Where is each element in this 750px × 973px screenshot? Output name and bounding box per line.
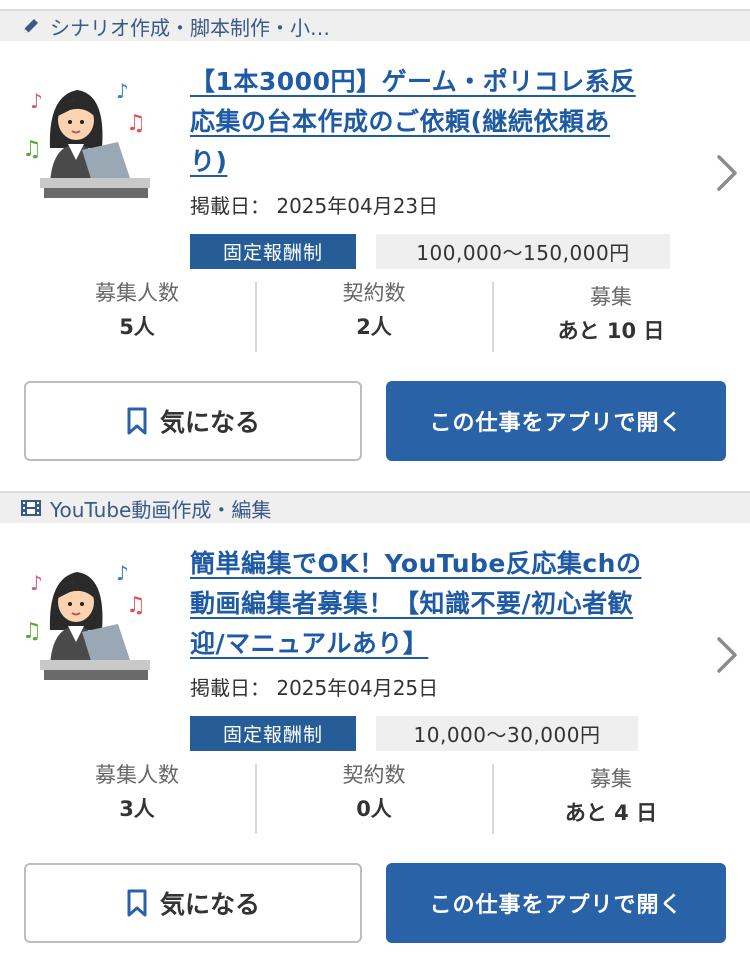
svg-text:♪: ♪ — [30, 571, 43, 595]
title-line: り) — [190, 147, 228, 176]
favorite-button[interactable]: 気になる — [24, 381, 362, 461]
stat-recruit: 募集人数 3人 — [28, 762, 246, 838]
stat-value: あと 10 日 — [557, 319, 665, 343]
job-title-link[interactable]: 簡単編集でOK！YouTube反応集chの 動画編集者募集！【知識不要/初心者歓… — [190, 544, 690, 664]
category-bar[interactable]: YouTube動画作成・編集 — [0, 491, 750, 523]
stat-contract: 契約数 0人 — [264, 762, 484, 838]
favorite-button[interactable]: 気になる — [24, 863, 362, 943]
favorite-label: 気になる — [159, 890, 260, 919]
title-line: 動画編集者募集！【知識不要/初心者歓 — [190, 589, 634, 618]
chevron-right-icon[interactable] — [714, 635, 740, 675]
posted-date: 掲載日： 2025年04月23日 — [190, 194, 439, 218]
stat-label: 募集人数 — [95, 763, 179, 787]
divider — [492, 282, 494, 352]
stat-label: 募集 — [590, 285, 632, 309]
divider — [255, 764, 257, 834]
bookmark-icon — [127, 407, 147, 435]
amount-range: 10,000〜30,000円 — [376, 716, 638, 751]
pay-type-badge: 固定報酬制 — [190, 716, 356, 751]
divider — [492, 764, 494, 834]
svg-text:♫: ♫ — [22, 619, 42, 644]
open-in-app-button[interactable]: この仕事をアプリで開く — [386, 863, 726, 943]
stat-value: 3人 — [119, 797, 155, 821]
open-in-app-button[interactable]: この仕事をアプリで開く — [386, 381, 726, 461]
svg-text:♪: ♪ — [116, 561, 129, 585]
pencil-icon — [20, 15, 42, 37]
thumbnail-illustration: ♪ ♪ ♫ ♫ — [22, 78, 162, 208]
stat-value: あと 4 日 — [564, 801, 658, 825]
svg-text:♫: ♫ — [126, 593, 146, 618]
job-card: YouTube動画作成・編集 ♪ ♪ ♫ ♫ 簡単編集でOK！YouTube反応… — [0, 482, 750, 973]
job-title-link[interactable]: 【1本3000円】ゲーム・ポリコレ系反 応集の台本作成のご依頼(継続依頼あ り) — [190, 62, 690, 182]
title-line: 迎/マニュアルあり】 — [190, 629, 429, 658]
title-line: 応集の台本作成のご依頼(継続依頼あ — [190, 107, 610, 136]
svg-text:♪: ♪ — [116, 79, 129, 103]
posted-date: 掲載日： 2025年04月25日 — [190, 676, 439, 700]
stat-deadline: 募集 あと 4 日 — [500, 766, 722, 842]
stat-value: 2人 — [356, 315, 392, 339]
job-card: シナリオ作成・脚本制作・小… ♪ ♪ ♫ ♫ 【1本3000円】ゲーム・ポリコレ… — [0, 0, 750, 482]
pay-type-badge: 固定報酬制 — [190, 234, 356, 269]
bookmark-icon — [127, 889, 147, 917]
svg-text:♫: ♫ — [126, 111, 146, 136]
svg-text:♫: ♫ — [22, 137, 42, 162]
thumbnail-illustration: ♪ ♪ ♫ ♫ — [22, 560, 162, 690]
chevron-right-icon[interactable] — [714, 153, 740, 193]
stat-recruit: 募集人数 5人 — [28, 280, 246, 356]
stat-label: 契約数 — [342, 763, 406, 787]
amount-range: 100,000〜150,000円 — [376, 234, 670, 269]
stat-deadline: 募集 あと 10 日 — [500, 284, 722, 360]
stat-value: 0人 — [356, 797, 392, 821]
stat-label: 契約数 — [342, 281, 406, 305]
divider — [255, 282, 257, 352]
title-line: 簡単編集でOK！YouTube反応集chの — [190, 549, 642, 578]
film-icon — [20, 497, 42, 519]
svg-text:♪: ♪ — [30, 89, 43, 113]
favorite-label: 気になる — [159, 408, 260, 437]
stat-value: 5人 — [119, 315, 155, 339]
title-line: 【1本3000円】ゲーム・ポリコレ系反 — [190, 67, 636, 96]
stats-row: 募集人数 3人 契約数 0人 募集 あと 4 日 — [0, 762, 750, 838]
stat-contract: 契約数 2人 — [264, 280, 484, 356]
stats-row: 募集人数 5人 契約数 2人 募集 あと 10 日 — [0, 280, 750, 356]
category-label: YouTube動画作成・編集 — [50, 497, 272, 522]
stat-label: 募集人数 — [95, 281, 179, 305]
category-bar[interactable]: シナリオ作成・脚本制作・小… — [0, 9, 750, 41]
category-label: シナリオ作成・脚本制作・小… — [50, 15, 330, 40]
stat-label: 募集 — [590, 767, 632, 791]
